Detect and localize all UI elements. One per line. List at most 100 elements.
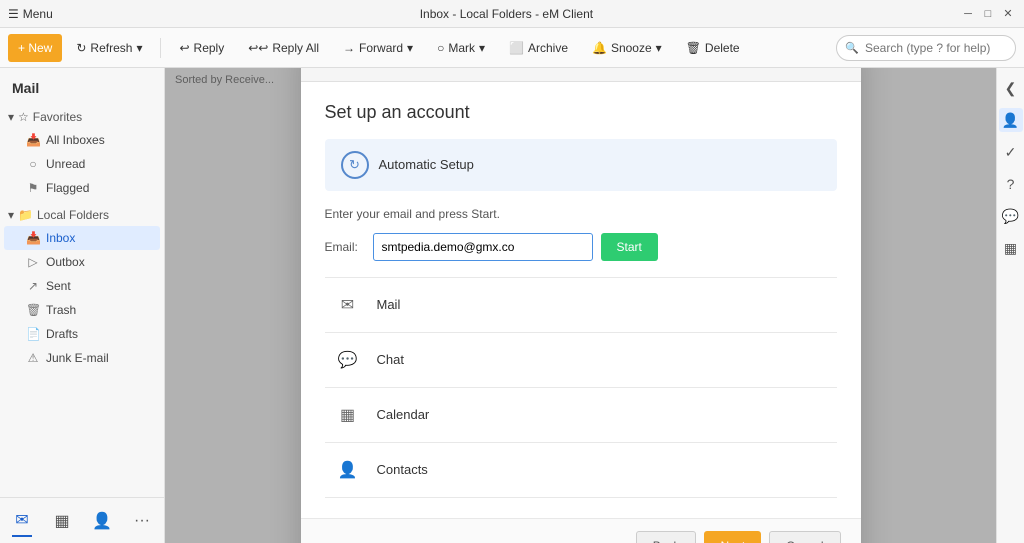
dialog-overlay: New Account × Set up an account ↻ Automa…: [165, 68, 996, 543]
service-item-mail[interactable]: ✉ Mail: [325, 278, 837, 333]
sidebar-item-trash[interactable]: 🗑 Trash: [4, 298, 160, 322]
service-item-calendar[interactable]: ▦ Calendar: [325, 388, 837, 443]
right-panel: ❮ 👤 ✓ ? 💬 ▦: [996, 68, 1024, 543]
mark-button[interactable]: ○ Mark ▾: [427, 34, 495, 62]
nav-calendar-button[interactable]: ▦: [52, 505, 72, 537]
expand-icon-2: ▾: [8, 208, 14, 222]
next-button[interactable]: Next: [704, 531, 761, 543]
snooze-dropdown-icon: ▾: [656, 41, 662, 55]
right-panel-chat-button[interactable]: 💬: [999, 204, 1023, 228]
forward-dropdown-icon: ▾: [407, 41, 413, 55]
outbox-icon: ▷: [26, 255, 40, 269]
refresh-button[interactable]: ↻ Refresh ▾: [66, 34, 152, 62]
archive-button[interactable]: ⬜ Archive: [499, 34, 578, 62]
dialog-footer: Back Next Cancel: [301, 518, 861, 543]
local-folders-icon: 📁: [18, 208, 33, 222]
sidebar: Mail ▾ ☆ Favorites 📥 All Inboxes ○ Unrea…: [0, 68, 165, 543]
calendar-panel-icon: ▦: [1004, 240, 1017, 257]
right-panel-check-button[interactable]: ✓: [999, 140, 1023, 164]
sidebar-item-flagged[interactable]: ⚑ Flagged: [4, 176, 160, 200]
favorites-group[interactable]: ▾ ☆ Favorites: [0, 106, 164, 128]
drafts-icon: 📄: [26, 327, 40, 341]
mark-icon: ○: [437, 41, 444, 55]
chat-service-name: Chat: [377, 352, 404, 367]
contacts-service-name: Contacts: [377, 462, 428, 477]
service-item-contacts[interactable]: 👤 Contacts: [325, 443, 837, 498]
reply-all-icon: ↩↩: [248, 41, 268, 55]
chat-service-icon: 💬: [333, 345, 363, 375]
reply-button[interactable]: ↩ Reply: [169, 34, 234, 62]
delete-button[interactable]: 🗑 Delete: [676, 34, 750, 62]
search-input[interactable]: [836, 35, 1016, 61]
minimize-button[interactable]: ─: [960, 6, 976, 22]
new-button[interactable]: + New: [8, 34, 62, 62]
favorites-icon: ☆: [18, 110, 29, 124]
toolbar: + New ↻ Refresh ▾ ↩ Reply ↩↩ Reply All →…: [0, 28, 1024, 68]
snooze-icon: 🔔: [592, 41, 607, 55]
right-panel-contact-button[interactable]: 👤: [999, 108, 1023, 132]
auto-setup-icon: ↻: [341, 151, 369, 179]
auto-setup-section: ↻ Automatic Setup: [325, 139, 837, 191]
flag-icon: ⚑: [26, 181, 40, 195]
right-panel-help-button[interactable]: ?: [999, 172, 1023, 196]
help-icon: ?: [1007, 176, 1015, 192]
menu-icon: ☰: [8, 7, 19, 21]
sidebar-item-unread[interactable]: ○ Unread: [4, 152, 160, 176]
nav-contacts-button[interactable]: 👤: [92, 505, 112, 537]
forward-button[interactable]: → Forward ▾: [333, 34, 423, 62]
sidebar-item-all-inboxes[interactable]: 📥 All Inboxes: [4, 128, 160, 152]
window-title: Inbox - Local Folders - eM Client: [53, 7, 960, 21]
reply-all-button[interactable]: ↩↩ Reply All: [238, 34, 329, 62]
nav-more-button[interactable]: ···: [132, 505, 152, 537]
sidebar-item-sent[interactable]: ↗ Sent: [4, 274, 160, 298]
nav-mail-icon: ✉: [15, 510, 28, 530]
maximize-button[interactable]: □: [980, 6, 996, 22]
email-input[interactable]: [373, 233, 593, 261]
delete-icon: 🗑: [686, 41, 701, 55]
service-list: ✉ Mail 💬 Chat ▦ Calendar 👤: [325, 277, 837, 498]
sidebar-item-junk[interactable]: ⚠ Junk E-mail: [4, 346, 160, 370]
sidebar-item-outbox[interactable]: ▷ Outbox: [4, 250, 160, 274]
search-wrapper: 🔍: [836, 35, 1016, 61]
right-panel-calendar-button[interactable]: ▦: [999, 236, 1023, 260]
reply-icon: ↩: [179, 41, 189, 55]
menu-button[interactable]: ☰ Menu: [8, 7, 53, 21]
sidebar-item-inbox[interactable]: 📥 Inbox: [4, 226, 160, 250]
content-area: Sorted by Receive... New Account × Set u…: [165, 68, 996, 543]
cancel-button[interactable]: Cancel: [769, 531, 840, 543]
dialog-close-button[interactable]: ×: [831, 68, 844, 69]
collapse-panel-button[interactable]: ❮: [999, 76, 1023, 100]
sidebar-title: Mail: [0, 68, 164, 104]
archive-icon: ⬜: [509, 41, 524, 55]
service-item-chat[interactable]: 💬 Chat: [325, 333, 837, 388]
email-row: Email: Start: [325, 233, 837, 261]
outbox-label: Outbox: [46, 255, 85, 269]
unread-label: Unread: [46, 157, 85, 171]
contact-panel-icon: 👤: [1002, 112, 1019, 129]
collapse-icon: ❮: [1005, 80, 1017, 97]
menu-label: Menu: [23, 7, 53, 21]
inbox-label: Inbox: [46, 231, 75, 245]
nav-mail-button[interactable]: ✉: [12, 505, 32, 537]
close-button[interactable]: ✕: [1000, 6, 1016, 22]
expand-icon: ▾: [8, 110, 14, 124]
forward-icon: →: [343, 41, 355, 55]
dialog-subtitle: Set up an account: [325, 102, 837, 123]
back-button[interactable]: Back: [636, 531, 697, 543]
calendar-service-name: Calendar: [377, 407, 430, 422]
dialog-header: New Account ×: [301, 68, 861, 82]
refresh-icon: ↻: [76, 41, 86, 55]
titlebar: ☰ Menu Inbox - Local Folders - eM Client…: [0, 0, 1024, 28]
sent-label: Sent: [46, 279, 71, 293]
start-button[interactable]: Start: [601, 233, 658, 261]
check-icon: ✓: [1005, 144, 1017, 161]
window-controls: ─ □ ✕: [960, 6, 1016, 22]
nav-contacts-icon: 👤: [92, 511, 112, 531]
inbox-icon: 📥: [26, 133, 40, 147]
sidebar-item-drafts[interactable]: 📄 Drafts: [4, 322, 160, 346]
local-folders-group[interactable]: ▾ 📁 Local Folders: [0, 204, 164, 226]
local-folders-label: Local Folders: [37, 208, 109, 222]
snooze-button[interactable]: 🔔 Snooze ▾: [582, 34, 672, 62]
all-inboxes-label: All Inboxes: [46, 133, 105, 147]
auto-setup-label: Automatic Setup: [379, 157, 474, 172]
